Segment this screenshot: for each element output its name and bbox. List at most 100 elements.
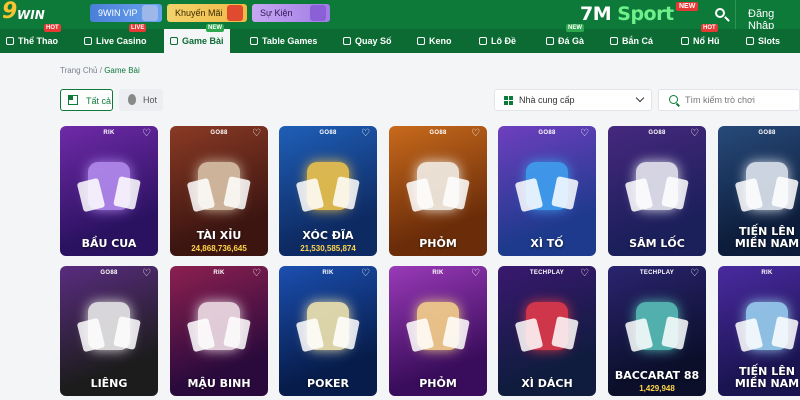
heart-icon[interactable]: ♡: [361, 269, 371, 279]
game-artwork: [624, 150, 689, 220]
heart-icon[interactable]: ♡: [361, 129, 371, 139]
game-card[interactable]: GO88 ♡ PHỎM: [389, 126, 487, 256]
game-provider-label: RIK: [761, 270, 773, 276]
game-card[interactable]: RIK ♡ MẬU BINH: [170, 266, 268, 396]
nav-badge: HOT: [44, 24, 61, 32]
game-card[interactable]: TECHPLAY ♡ BACCARAT 88 1,429,948: [608, 266, 706, 396]
game-title: BẦU CUA: [81, 237, 137, 250]
game-title: LIÊNG: [90, 377, 128, 390]
vip-button[interactable]: 9WIN VIP: [90, 4, 162, 22]
search-icon[interactable]: [712, 5, 732, 25]
game-card[interactable]: GO88 ♡ LIÊNG: [60, 266, 158, 396]
promotion-button[interactable]: Khuyến Mãi: [167, 4, 247, 22]
nav-item-ban-ca[interactable]: Bắn Cá: [610, 29, 653, 53]
game-card[interactable]: RIK♡TIẾN LÊN MIỀN NAM: [718, 266, 800, 396]
diamond-icon: [142, 5, 158, 21]
nav-item-no-hu[interactable]: Nổ Hũ HOT: [681, 24, 720, 53]
heart-icon[interactable]: ♡: [142, 269, 152, 279]
jackpot-amount: 21,530,585,874: [300, 244, 356, 253]
heart-icon[interactable]: ♡: [580, 129, 590, 139]
jar-icon: [681, 37, 689, 45]
heart-icon[interactable]: ♡: [252, 269, 262, 279]
grid-icon: [504, 96, 513, 105]
site-logo[interactable]: 9 WIN: [2, 0, 54, 26]
game-card[interactable]: TECHPLAY ♡ XÌ DÁCH: [498, 266, 596, 396]
game-artwork: [734, 150, 799, 220]
nav-badge: NEW: [566, 24, 584, 32]
nav-item-slots[interactable]: Slots: [746, 29, 780, 53]
nav-label: Đá Gà: [558, 36, 585, 46]
game-provider-label: GO88: [758, 130, 776, 136]
game-title: MẬU BINH: [187, 377, 251, 390]
logo-number: 9: [2, 0, 18, 24]
nav-item-da-ga[interactable]: Đá Gà NEW: [546, 24, 585, 53]
breadcrumb: Trang Chủ / Game Bài: [60, 66, 140, 75]
heart-icon[interactable]: ♡: [690, 129, 700, 139]
game-card[interactable]: GO88 ♡ XÓC ĐĨA 21,530,585,874: [279, 126, 377, 256]
nav-item-lo-de[interactable]: Lô Đề: [479, 29, 516, 53]
heart-icon[interactable]: ♡: [690, 269, 700, 279]
heart-icon[interactable]: ♡: [252, 129, 262, 139]
keno-icon: [417, 37, 425, 45]
nav-item-quay-so[interactable]: Quay Số: [343, 29, 392, 53]
nav-label: Nổ Hũ: [693, 36, 720, 46]
sports-icon: [6, 37, 14, 45]
filter-all-button[interactable]: Tất cả: [60, 89, 113, 111]
nav-badge: NEW: [206, 24, 224, 32]
heart-icon[interactable]: ♡: [471, 129, 481, 139]
breadcrumb-home[interactable]: Trang Chủ: [60, 66, 98, 75]
nav-item-live-casino[interactable]: Live Casino LIVE: [84, 24, 147, 53]
game-card[interactable]: GO88 ♡ SÂM LỐC: [608, 126, 706, 256]
game-title: TIẾN LÊN MIỀN NAM: [734, 225, 800, 250]
nav-label: Bắn Cá: [622, 36, 654, 46]
game-artwork: [295, 290, 360, 360]
provider-select[interactable]: Nhà cung cấp: [494, 89, 652, 111]
game-card[interactable]: RIK ♡ BẦU CUA: [60, 126, 158, 256]
nav-label: Slots: [758, 36, 781, 46]
jackpot-amount: 24,868,736,645: [191, 244, 247, 253]
live-icon: [84, 37, 92, 45]
gift-icon: [227, 5, 243, 21]
game-artwork: [405, 150, 470, 220]
partner-logo[interactable]: 7M Sport: [580, 3, 674, 25]
nav-label: Quay Số: [355, 36, 392, 46]
nav-label: Live Casino: [96, 36, 147, 46]
nav-badge: LIVE: [129, 24, 147, 32]
game-card[interactable]: RIK ♡ PHỎM: [389, 266, 487, 396]
nav-item-sports[interactable]: Thể Thao HOT: [6, 24, 61, 53]
game-card[interactable]: RIK ♡ POKER: [279, 266, 377, 396]
nav-badge: HOT: [701, 24, 718, 32]
nav-label: Thể Thao: [18, 36, 58, 46]
header-divider: [735, 0, 736, 29]
heart-icon[interactable]: ♡: [142, 129, 152, 139]
filter-hot-label: Hot: [143, 95, 158, 105]
number-icon: [479, 37, 487, 45]
event-button[interactable]: Sự Kiện: [252, 4, 330, 22]
provider-select-label: Nhà cung cấp: [519, 95, 575, 105]
game-artwork: [514, 150, 579, 220]
nav-item-table-games[interactable]: Table Games: [250, 29, 317, 53]
game-search-input[interactable]: [685, 93, 795, 107]
nav-label: Game Bài: [182, 36, 224, 46]
game-card[interactable]: GO88 ♡ XÌ TỐ: [498, 126, 596, 256]
game-artwork: [186, 150, 251, 220]
heart-icon[interactable]: ♡: [580, 269, 590, 279]
nav-item-keno[interactable]: Keno: [417, 29, 452, 53]
game-card[interactable]: GO88♡TIẾN LÊN MIỀN NAM: [718, 126, 800, 256]
table-icon: [250, 37, 258, 45]
game-title: SÂM LỐC: [629, 237, 685, 250]
grid-icon: [68, 95, 78, 105]
game-search-box: [658, 89, 800, 111]
logo-text: WIN: [17, 8, 45, 22]
game-title: PHỎM: [419, 377, 457, 390]
nav-item-game-bai[interactable]: Game Bài NEW: [164, 24, 230, 53]
game-title: XÓC ĐĨA: [302, 229, 354, 242]
filter-hot-button[interactable]: Hot: [119, 89, 163, 111]
game-title: BACCARAT 88: [614, 369, 700, 382]
card-icon: [170, 37, 178, 45]
game-card[interactable]: GO88 ♡ TÀI XỈU 24,868,736,645: [170, 126, 268, 256]
game-title: XÌ TỐ: [530, 237, 564, 250]
heart-icon[interactable]: ♡: [471, 269, 481, 279]
game-artwork: [186, 290, 251, 360]
game-title: TÀI XỈU: [196, 229, 242, 242]
